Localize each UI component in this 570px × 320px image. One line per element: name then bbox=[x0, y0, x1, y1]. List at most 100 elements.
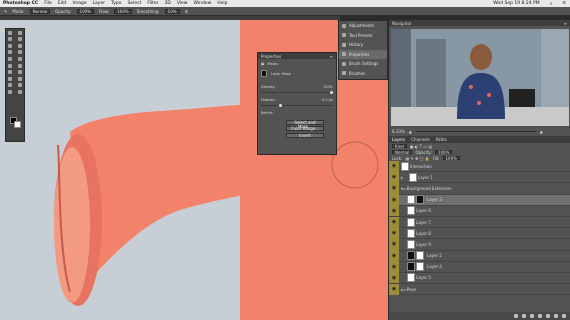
visibility-eye-icon[interactable]: ◉ bbox=[389, 205, 399, 217]
new-layer-icon[interactable] bbox=[554, 314, 558, 318]
group-row[interactable]: ◉ ▸▭ Pose bbox=[389, 283, 570, 296]
layer-name[interactable]: Layer 2 bbox=[427, 253, 442, 258]
marquee-tool-icon[interactable] bbox=[18, 30, 22, 35]
feather-value[interactable]: 0.0 px bbox=[322, 98, 333, 102]
menu-help[interactable]: Help bbox=[217, 1, 227, 6]
brush-tool-icon[interactable]: ✎ bbox=[4, 9, 7, 14]
brush-tool-icon[interactable] bbox=[18, 50, 22, 55]
menu-type[interactable]: Type bbox=[111, 1, 121, 6]
filter-icons[interactable]: ▣ ◐ T ▭ ▤ bbox=[410, 144, 432, 149]
visibility-eye-icon[interactable]: ◉ bbox=[389, 160, 399, 172]
trash-icon[interactable] bbox=[562, 314, 566, 318]
layer-name[interactable]: Layer 8 bbox=[416, 231, 431, 236]
layer-name[interactable]: Layer 3 bbox=[427, 197, 442, 202]
tab-channels[interactable]: Channels bbox=[411, 137, 430, 142]
menu-window[interactable]: Window bbox=[194, 1, 212, 6]
gradient-tool-icon[interactable] bbox=[18, 63, 22, 68]
move-tool-icon[interactable] bbox=[8, 30, 12, 35]
group-row[interactable]: ◉ ▾▭ Background Extension bbox=[389, 182, 570, 195]
visibility-eye-icon[interactable]: ◉ bbox=[389, 238, 399, 250]
mode-select[interactable]: Normal bbox=[29, 8, 51, 14]
menu-filter[interactable]: Filter bbox=[147, 1, 158, 6]
tab-paths[interactable]: Paths bbox=[436, 137, 447, 142]
history-brush-tool-icon[interactable] bbox=[18, 56, 22, 61]
lock-icons[interactable]: ▦ ✎ ✥ ▢ 🔒 bbox=[405, 156, 429, 161]
app-menu[interactable]: Photoshop CC bbox=[3, 1, 38, 6]
menu-file[interactable]: File bbox=[44, 1, 52, 6]
zoom-tool-icon[interactable] bbox=[18, 89, 22, 94]
layer-name[interactable]: Layer 7 bbox=[416, 220, 431, 225]
color-range-button[interactable]: Color Range... bbox=[286, 126, 324, 131]
add-mask-icon[interactable] bbox=[530, 314, 534, 318]
visibility-eye-icon[interactable]: ◉ bbox=[389, 283, 399, 295]
layer-name[interactable]: Layer 9 bbox=[416, 242, 431, 247]
visibility-eye-icon[interactable]: ◉ bbox=[389, 250, 399, 262]
layer-row[interactable]: ◉ Layer 9 bbox=[389, 238, 570, 251]
layer-name[interactable]: Layer 5 bbox=[416, 275, 431, 280]
background-color-swatch[interactable] bbox=[14, 121, 21, 128]
opacity-field[interactable]: 100% bbox=[434, 149, 453, 155]
layer-row[interactable]: ◉ Layer 8 bbox=[389, 227, 570, 240]
menu-view[interactable]: View bbox=[177, 1, 188, 6]
zoom-in-icon[interactable]: ▲ bbox=[540, 129, 543, 134]
visibility-eye-icon[interactable]: ◉ bbox=[389, 227, 399, 239]
eraser-tool-icon[interactable] bbox=[8, 63, 12, 68]
opacity-field[interactable]: 100% bbox=[76, 8, 94, 14]
dock-properties[interactable]: Properties bbox=[339, 49, 387, 59]
path-select-tool-icon[interactable] bbox=[8, 83, 12, 88]
invert-button[interactable]: Invert bbox=[286, 132, 324, 138]
select-and-mask-button[interactable]: Select and Mask... bbox=[286, 119, 324, 128]
link-icon[interactable] bbox=[514, 314, 518, 318]
menu-image[interactable]: Image bbox=[72, 1, 86, 6]
density-value[interactable]: 100% bbox=[323, 85, 333, 89]
hand-tool-icon[interactable] bbox=[8, 89, 12, 94]
menu-select[interactable]: Select bbox=[127, 1, 141, 6]
visibility-eye-icon[interactable]: ◉ bbox=[389, 171, 399, 183]
layer-name[interactable]: Layer 1 bbox=[418, 175, 433, 180]
type-tool-icon[interactable] bbox=[18, 76, 22, 81]
layer-name[interactable]: Interaction bbox=[410, 164, 432, 169]
visibility-eye-icon[interactable]: ◉ bbox=[389, 261, 399, 273]
menu-3d[interactable]: 3D bbox=[164, 1, 170, 6]
dock-tool-presets[interactable]: Tool Presets bbox=[339, 31, 387, 41]
blend-mode-select[interactable]: Normal bbox=[392, 149, 413, 155]
visibility-eye-icon[interactable]: ◉ bbox=[389, 216, 399, 228]
tab-layers[interactable]: Layers bbox=[392, 137, 405, 142]
fill-field[interactable]: 100% bbox=[442, 155, 460, 161]
crop-tool-icon[interactable] bbox=[8, 43, 12, 48]
menu-edit[interactable]: Edit bbox=[58, 1, 67, 6]
blur-tool-icon[interactable] bbox=[8, 70, 12, 75]
dock-brush-settings[interactable]: Brush Settings bbox=[339, 59, 387, 69]
quick-select-tool-icon[interactable] bbox=[18, 37, 22, 42]
panel-menu-icon[interactable]: ≡ bbox=[330, 54, 333, 59]
zoom-value[interactable]: 8.33% bbox=[392, 129, 405, 134]
layer-mask-thumbnail[interactable] bbox=[416, 251, 424, 261]
density-slider[interactable] bbox=[261, 91, 333, 94]
layer-row[interactable]: ◉ Layer 5 bbox=[389, 272, 570, 285]
dock-history[interactable]: History bbox=[339, 40, 387, 50]
panel-menu-icon[interactable]: ≡ bbox=[564, 21, 567, 26]
flow-field[interactable]: 100% bbox=[114, 8, 132, 14]
adjustment-layer-icon[interactable] bbox=[538, 314, 542, 318]
layer-row[interactable]: ◉ ▸ Layer 1 bbox=[389, 171, 570, 184]
layer-name[interactable]: Layer 6 bbox=[416, 208, 431, 213]
visibility-eye-icon[interactable]: ◉ bbox=[389, 182, 399, 194]
layer-row[interactable]: ◉ Layer 6 bbox=[389, 205, 570, 217]
zoom-out-icon[interactable]: ▲ bbox=[409, 129, 412, 134]
menu-layer[interactable]: Layer bbox=[93, 1, 106, 6]
fx-icon[interactable] bbox=[522, 314, 526, 318]
layer-mask-thumbnail[interactable] bbox=[416, 195, 424, 205]
list-icon[interactable]: ≡ bbox=[562, 1, 566, 6]
dock-brushes[interactable]: Brushes bbox=[339, 69, 387, 79]
feather-slider[interactable] bbox=[261, 104, 333, 107]
layer-row[interactable]: ◉ Layer 2 bbox=[389, 250, 570, 262]
navigator-header[interactable]: Navigator ≡ bbox=[389, 20, 570, 26]
visibility-eye-icon[interactable]: ◉ bbox=[389, 194, 399, 206]
eyedropper-tool-icon[interactable] bbox=[18, 43, 22, 48]
stamp-tool-icon[interactable] bbox=[8, 56, 12, 61]
gear-icon[interactable]: ⚙ bbox=[185, 9, 189, 14]
layer-name[interactable]: Layer 4 bbox=[427, 264, 442, 269]
healing-tool-icon[interactable] bbox=[8, 50, 12, 55]
smoothing-field[interactable]: 10% bbox=[164, 8, 180, 14]
kind-filter[interactable]: Kind bbox=[392, 143, 407, 149]
